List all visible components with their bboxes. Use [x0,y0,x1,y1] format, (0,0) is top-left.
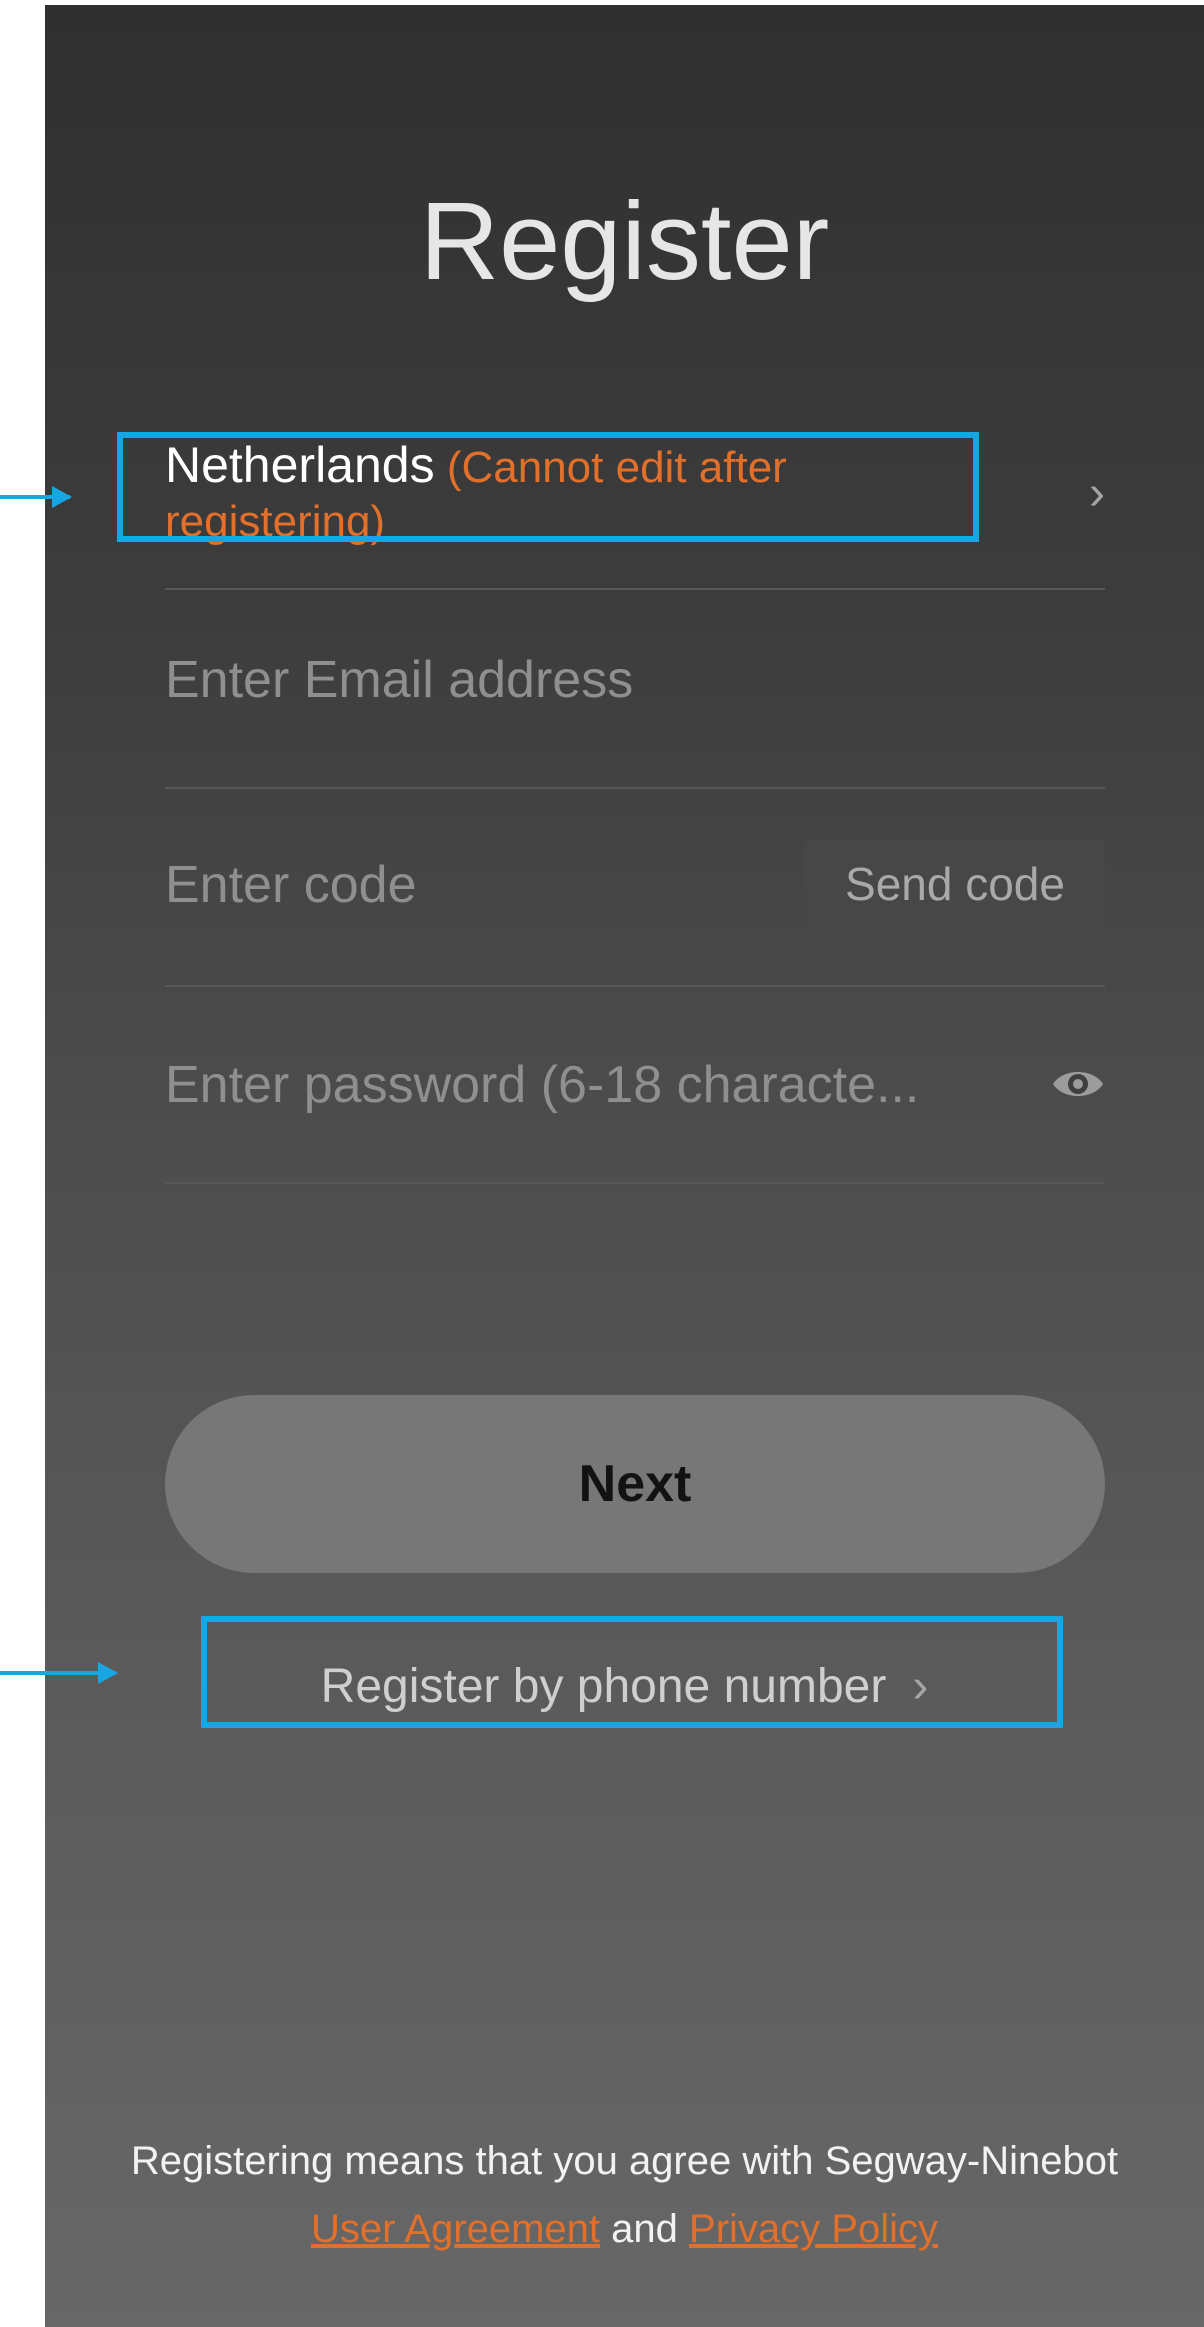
user-agreement-link[interactable]: User Agreement [311,2207,600,2251]
divider [165,1182,1105,1184]
legal-links-line: User Agreement and Privacy Policy [45,2195,1204,2263]
privacy-policy-link[interactable]: Privacy Policy [689,2207,938,2251]
divider [165,787,1105,789]
register-screen: Register Netherlands (Cannot edit after … [45,5,1204,2327]
code-placeholder: Enter code [165,856,417,914]
email-placeholder: Enter Email address [165,651,634,709]
callout-box-phone-register [201,1616,1063,1728]
page-title: Register [419,180,830,303]
eye-icon[interactable] [1051,1064,1105,1104]
code-field[interactable]: Enter code Send code [165,840,1105,930]
password-field[interactable]: Enter password (6-18 characte... [165,1050,1105,1120]
legal-text: Registering means that you agree with Se… [130,2139,1119,2183]
callout-arrow-country [0,486,72,508]
password-placeholder: Enter password (6-18 characte... [165,1056,920,1114]
chevron-right-icon: › [1089,467,1105,520]
send-code-button[interactable]: Send code [805,840,1105,928]
callout-box-country [117,432,979,542]
email-field[interactable]: Enter Email address [165,650,1105,710]
legal-notice: Registering means that you agree with Se… [45,2127,1204,2263]
screenshot-canvas: Register Netherlands (Cannot edit after … [0,0,1204,2327]
divider [165,588,1105,590]
legal-connector: and [611,2207,678,2251]
divider [165,985,1105,987]
callout-arrow-phone-register [0,1662,118,1684]
next-button[interactable]: Next [165,1395,1105,1573]
